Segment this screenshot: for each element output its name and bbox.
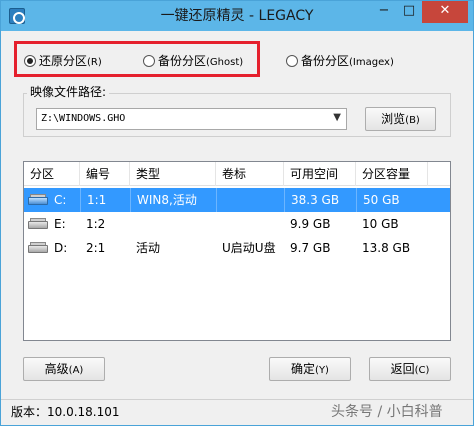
number-cell: 2:1 <box>86 241 106 255</box>
version-text: 版本：10.0.18.101 <box>11 405 120 419</box>
drive-letter: C: <box>54 193 67 207</box>
back-label: 返回 <box>390 362 415 376</box>
table-header: 分区 编号 类型 卷标 可用空间 分区容量 <box>24 162 450 186</box>
partition-cell: E: <box>24 212 80 236</box>
drive-letter: E: <box>54 217 66 231</box>
free-space-cell: 9.7 GB <box>290 241 331 255</box>
radio-label: 备份分区 <box>301 54 350 68</box>
type-cell: WIN8,活动 <box>130 188 216 212</box>
close-button[interactable]: ✕ <box>422 1 468 23</box>
free-space-cell: 9.9 GB <box>290 217 331 231</box>
label-cell <box>216 212 284 236</box>
radio-unselected-icon <box>143 55 155 67</box>
system-drive-icon <box>28 194 48 206</box>
title-bar[interactable]: 一键还原精灵 - LEGACY − □ ✕ <box>1 1 473 31</box>
label-cell: U启动U盘 <box>222 241 276 255</box>
free-space-cell: 38.3 GB <box>284 188 356 212</box>
radio-selected-icon <box>24 55 36 67</box>
browse-label: 浏览 <box>381 112 406 126</box>
column-header-label[interactable]: 卷标 <box>216 162 284 186</box>
partition-cell: D: <box>24 236 80 260</box>
capacity-cell: 10 GB <box>362 217 399 231</box>
advanced-button[interactable]: 高级(A) <box>23 357 105 381</box>
ok-hotkey: (Y) <box>315 365 329 376</box>
capacity-cell: 13.8 GB <box>362 241 411 255</box>
advanced-hotkey: (A) <box>68 365 84 376</box>
watermark-text: 头条号 / 小白科普 <box>331 404 443 420</box>
radio-backup-imagex[interactable]: 备份分区(Imagex) <box>286 53 394 69</box>
column-header-type[interactable]: 类型 <box>130 162 216 186</box>
image-path-value: Z:\WINDOWS.GHO <box>41 113 126 124</box>
number-cell: 1:2 <box>86 217 106 231</box>
radio-label: 备份分区 <box>158 54 207 68</box>
table-row[interactable]: C: 1:1 WIN8,活动 38.3 GB 50 GB <box>24 188 450 212</box>
ok-label: 确定 <box>291 362 316 376</box>
dropdown-arrow-icon[interactable]: ▼ <box>333 112 341 123</box>
minimize-button[interactable]: − <box>372 1 396 23</box>
number-cell: 1:1 <box>80 188 130 212</box>
partition-table[interactable]: 分区 编号 类型 卷标 可用空间 分区容量 C: 1:1 WIN8,活动 38.… <box>23 161 451 341</box>
column-header-capacity[interactable]: 分区容量 <box>356 162 428 186</box>
type-cell: 活动 <box>136 241 161 255</box>
radio-unselected-icon <box>286 55 298 67</box>
drive-letter: D: <box>54 241 68 255</box>
partition-cell: C: <box>24 188 80 212</box>
label-cell <box>216 188 284 212</box>
column-header-free-space[interactable]: 可用空间 <box>284 162 356 186</box>
maximize-button[interactable]: □ <box>397 1 421 23</box>
hard-drive-icon <box>28 242 48 254</box>
radio-hotkey: (Ghost) <box>206 57 244 68</box>
radio-hotkey: (Imagex) <box>349 57 394 68</box>
radio-backup-ghost[interactable]: 备份分区(Ghost) <box>143 53 243 69</box>
radio-restore-partition[interactable]: 还原分区(R) <box>24 53 102 69</box>
column-header-number[interactable]: 编号 <box>80 162 130 186</box>
status-bar: 版本：10.0.18.101 头条号 / 小白科普 <box>1 399 473 425</box>
radio-hotkey: (R) <box>87 57 102 68</box>
image-path-select[interactable]: Z:\WINDOWS.GHO ▼ <box>36 108 347 130</box>
radio-label: 还原分区 <box>39 54 88 68</box>
browse-hotkey: (B) <box>405 115 420 126</box>
back-hotkey: (C) <box>414 365 430 376</box>
table-row[interactable]: E: 1:2 9.9 GB 10 GB <box>24 212 450 236</box>
hard-drive-icon <box>28 218 48 230</box>
table-row[interactable]: D: 2:1 活动 U启动U盘 9.7 GB 13.8 GB <box>24 236 450 260</box>
browse-button[interactable]: 浏览(B) <box>365 107 436 131</box>
back-button[interactable]: 返回(C) <box>369 357 451 381</box>
advanced-label: 高级 <box>44 362 69 376</box>
type-cell <box>130 212 216 236</box>
ok-button[interactable]: 确定(Y) <box>269 357 351 381</box>
capacity-cell: 50 GB <box>356 188 428 212</box>
column-header-partition[interactable]: 分区 <box>24 162 80 186</box>
image-path-legend: 映像文件路径: <box>27 85 110 99</box>
app-window: 一键还原精灵 - LEGACY − □ ✕ 还原分区(R) 备份分区(Ghost… <box>0 0 474 426</box>
